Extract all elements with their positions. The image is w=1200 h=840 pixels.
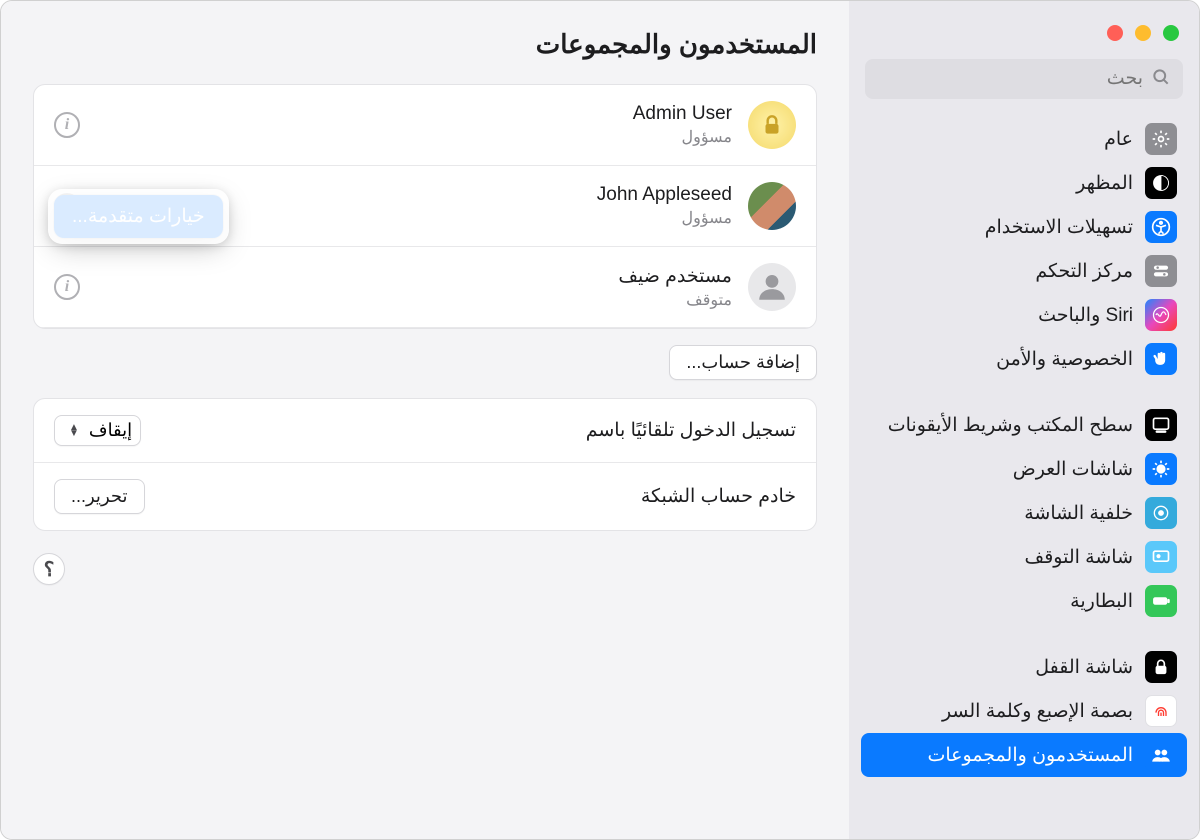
sidebar-item-siri[interactable]: Siri والباحث	[861, 293, 1187, 337]
network-account-label: خادم حساب الشبكة	[641, 485, 796, 508]
auto-login-select[interactable]: إيقاف ▲▼	[54, 415, 141, 446]
siri-icon	[1145, 299, 1177, 331]
main-panel: المستخدمون والمجموعات Admin UserمسؤولiJo…	[1, 1, 849, 839]
sidebar-item-label: مركز التحكم	[1035, 260, 1133, 283]
sidebar-list: عام المظهر تسهيلات الاستخدام مركز التحكم Sir…	[849, 117, 1199, 839]
battery-icon	[1145, 585, 1177, 617]
sidebar-item-label: المظهر	[1076, 172, 1133, 195]
sidebar-item-wallpaper[interactable]: خلفية الشاشة	[861, 491, 1187, 535]
sidebar-item-desktop-dock[interactable]: سطح المكتب وشريط الأيقونات	[861, 403, 1187, 447]
sidebar-item-label: البطارية	[1070, 590, 1133, 613]
sidebar-item-control-center[interactable]: مركز التحكم	[861, 249, 1187, 293]
screensaver-icon	[1145, 541, 1177, 573]
sidebar-item-accessibility[interactable]: تسهيلات الاستخدام	[861, 205, 1187, 249]
info-button[interactable]: i	[54, 274, 80, 300]
help-button[interactable]: ؟	[33, 553, 65, 585]
hand-icon	[1145, 343, 1177, 375]
close-window-button[interactable]	[1107, 25, 1123, 41]
login-options-list: تسجيل الدخول تلقائيًا باسم إيقاف ▲▼ خادم…	[33, 398, 817, 531]
sidebar-item-label: بصمة الإصبع وكلمة السر	[942, 700, 1133, 723]
auto-login-row: تسجيل الدخول تلقائيًا باسم إيقاف ▲▼	[34, 399, 816, 463]
user-list: Admin UserمسؤولiJohn Appleseedمسؤولiمستخ…	[33, 84, 817, 329]
user-name: Admin User	[96, 103, 732, 125]
sidebar-item-label: شاشة التوقف	[1025, 546, 1133, 569]
avatar	[748, 263, 796, 311]
touchid-icon	[1145, 695, 1177, 727]
users-groups-icon	[1145, 739, 1177, 771]
sidebar-item-label: سطح المكتب وشريط الأيقونات	[888, 414, 1133, 437]
user-row[interactable]: Admin Userمسؤول i	[34, 85, 816, 166]
chevron-up-down-icon: ▲▼	[69, 425, 79, 437]
user-role: مسؤول	[96, 127, 732, 147]
avatar	[748, 182, 796, 230]
sidebar-item-label: Siri والباحث	[1038, 304, 1133, 327]
settings-window: عام المظهر تسهيلات الاستخدام مركز التحكم Sir…	[0, 0, 1200, 840]
user-name: مستخدم ضيف	[96, 265, 732, 288]
wallpaper-icon	[1145, 497, 1177, 529]
search-field[interactable]	[865, 59, 1183, 99]
sidebar-item-gear[interactable]: عام	[861, 117, 1187, 161]
displays-icon	[1145, 453, 1177, 485]
user-row[interactable]: مستخدم ضيفمتوقف i	[34, 247, 816, 328]
sidebar-item-label: تسهيلات الاستخدام	[985, 216, 1133, 239]
sidebar: عام المظهر تسهيلات الاستخدام مركز التحكم Sir…	[849, 1, 1199, 839]
sidebar-item-hand[interactable]: الخصوصية والأمن	[861, 337, 1187, 381]
add-account-button[interactable]: إضافة حساب...	[669, 345, 817, 380]
search-input[interactable]	[877, 68, 1143, 90]
sidebar-item-label: شاشات العرض	[1013, 458, 1133, 481]
lock-screen-icon	[1145, 651, 1177, 683]
sidebar-item-label: عام	[1104, 128, 1133, 151]
sidebar-item-lock-screen[interactable]: شاشة القفل	[861, 645, 1187, 689]
sidebar-item-label: شاشة القفل	[1035, 656, 1133, 679]
sidebar-item-label: خلفية الشاشة	[1024, 502, 1133, 525]
auto-login-value: إيقاف	[89, 420, 132, 441]
advanced-options-menu-item[interactable]: خيارات متقدمة...	[54, 195, 223, 238]
auto-login-label: تسجيل الدخول تلقائيًا باسم	[586, 419, 796, 442]
control-center-icon	[1145, 255, 1177, 287]
sidebar-item-appearance[interactable]: المظهر	[861, 161, 1187, 205]
gear-icon	[1145, 123, 1177, 155]
info-button[interactable]: i	[54, 112, 80, 138]
page-title: المستخدمون والمجموعات	[33, 29, 817, 60]
network-account-row: خادم حساب الشبكة تحرير...	[34, 463, 816, 530]
search-icon	[1151, 67, 1171, 92]
sidebar-item-users-groups[interactable]: المستخدمون والمجموعات	[861, 733, 1187, 777]
sidebar-item-label: الخصوصية والأمن	[996, 348, 1133, 371]
user-role: متوقف	[96, 290, 732, 310]
sidebar-item-label: المستخدمون والمجموعات	[927, 744, 1133, 767]
minimize-window-button[interactable]	[1135, 25, 1151, 41]
sidebar-item-battery[interactable]: البطارية	[861, 579, 1187, 623]
sidebar-item-screensaver[interactable]: شاشة التوقف	[861, 535, 1187, 579]
sidebar-item-displays[interactable]: شاشات العرض	[861, 447, 1187, 491]
sidebar-item-touchid[interactable]: بصمة الإصبع وكلمة السر	[861, 689, 1187, 733]
appearance-icon	[1145, 167, 1177, 199]
window-controls	[849, 17, 1199, 59]
edit-network-account-button[interactable]: تحرير...	[54, 479, 145, 514]
desktop-dock-icon	[1145, 409, 1177, 441]
fullscreen-window-button[interactable]	[1163, 25, 1179, 41]
accessibility-icon	[1145, 211, 1177, 243]
avatar	[748, 101, 796, 149]
